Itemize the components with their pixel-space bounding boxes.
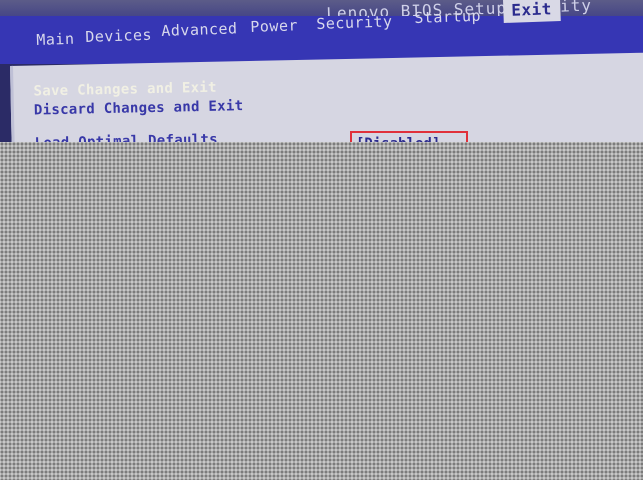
tab-main[interactable]: Main — [36, 30, 75, 49]
save-changes-and-exit-item[interactable]: Save Changes and Exit — [33, 80, 217, 100]
tab-startup[interactable]: Startup — [414, 7, 481, 27]
tab-security[interactable]: Security — [316, 12, 393, 33]
tab-advanced[interactable]: Advanced — [161, 19, 238, 40]
tab-devices[interactable]: Devices — [85, 26, 152, 46]
tab-power[interactable]: Power — [250, 16, 298, 36]
bios-screen: Lenovo BIOS Setup Utility Main Devices A… — [0, 0, 643, 480]
obscured-region — [0, 142, 643, 480]
tab-exit[interactable]: Exit — [503, 0, 561, 23]
discard-changes-and-exit-item[interactable]: Discard Changes and Exit — [34, 98, 244, 118]
